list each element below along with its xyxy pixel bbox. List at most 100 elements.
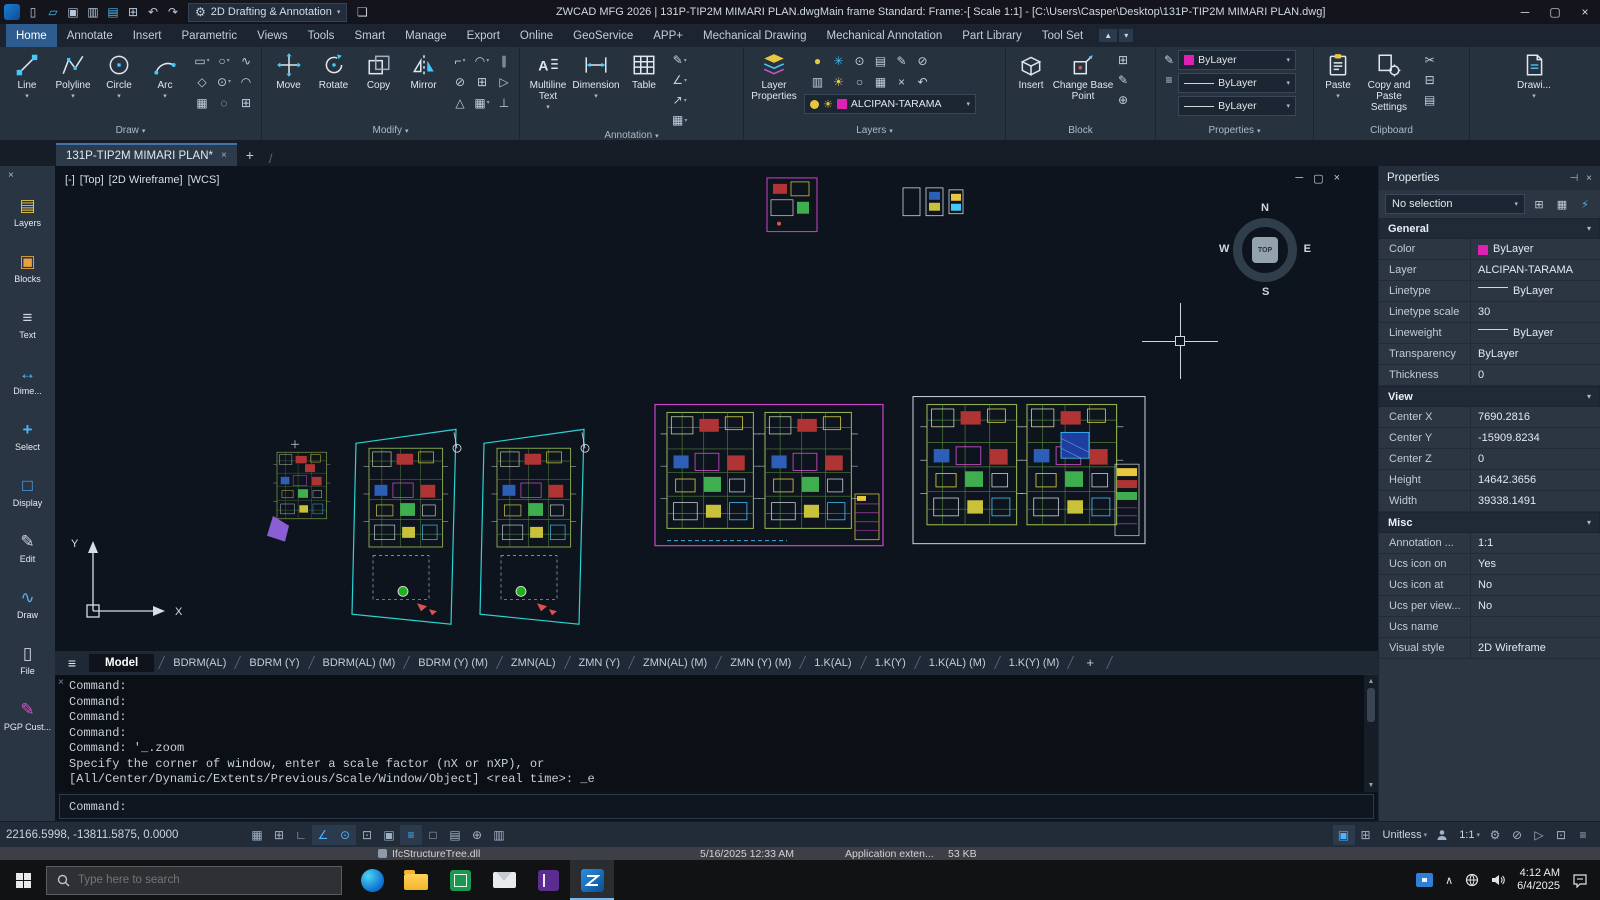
section-view[interactable]: View ▾: [1379, 386, 1600, 407]
close-button[interactable]: ×: [1570, 0, 1600, 24]
quick-select-icon[interactable]: ⚡: [1576, 195, 1594, 213]
dynamic-ucs-icon[interactable]: ▣: [378, 825, 400, 845]
mail-icon[interactable]: [482, 860, 526, 900]
osnap-toggle-icon[interactable]: ⊙: [334, 824, 356, 845]
touch-keyboard-icon[interactable]: [1416, 873, 1434, 887]
revision-cloud-icon[interactable]: ◠: [235, 71, 257, 92]
minimize-button[interactable]: ─: [1510, 0, 1540, 24]
palette-autohide-icon[interactable]: ⊣: [1569, 173, 1578, 184]
network-icon[interactable]: [1465, 873, 1479, 887]
plot-icon[interactable]: ▤: [104, 3, 122, 21]
scroll-down-icon[interactable]: ▼: [1368, 779, 1375, 792]
tab-smart[interactable]: Smart: [344, 24, 395, 47]
sidebar-item-display[interactable]: □ Display: [0, 464, 55, 520]
selection-dropdown[interactable]: No selection ▾: [1385, 194, 1525, 214]
drawing-restore-icon[interactable]: ▢: [1313, 172, 1323, 185]
preview-icon[interactable]: ⊞: [124, 3, 142, 21]
copy-button[interactable]: Copy: [356, 50, 401, 91]
save-icon[interactable]: ▣: [64, 3, 82, 21]
layer-off-icon[interactable]: ⊘: [912, 50, 933, 71]
viewport-menu-control[interactable]: [-]: [65, 174, 75, 186]
ortho-toggle-icon[interactable]: ∟: [290, 825, 312, 845]
tab-home[interactable]: Home: [6, 24, 57, 47]
onenote-icon[interactable]: [526, 860, 570, 900]
viewport-view-control[interactable]: [Top]: [80, 174, 104, 186]
layout-tab[interactable]: 1.K(Y) (M): [1005, 657, 1064, 669]
otrack-toggle-icon[interactable]: ⊡: [356, 825, 378, 845]
layout-tab[interactable]: BDRM(AL) (M): [319, 657, 400, 669]
viewcube-top-face[interactable]: TOP: [1252, 237, 1278, 263]
tab-part-library[interactable]: Part Library: [952, 24, 1031, 47]
layer-delete-icon[interactable]: ×: [891, 71, 912, 92]
leader-icon[interactable]: ↗ ▾: [672, 90, 687, 110]
layer-unlock-icon[interactable]: ○: [849, 71, 870, 92]
drawing-utilities-button[interactable]: Drawi... ▾: [1503, 50, 1565, 100]
clean-screen-icon[interactable]: ⊡: [1550, 825, 1572, 845]
sidebar-item-blocks[interactable]: ▣ Blocks: [0, 240, 55, 296]
status-menu-icon[interactable]: ≡: [1572, 825, 1594, 845]
layout-tab[interactable]: 1.K(AL): [810, 657, 855, 669]
layer-freeze-icon[interactable]: ✳: [828, 50, 849, 71]
console-scrollbar[interactable]: ▲ ▼: [1364, 675, 1378, 792]
volume-icon[interactable]: [1491, 873, 1505, 887]
sheet-set-icon[interactable]: ❏: [353, 3, 371, 21]
console-close-icon[interactable]: ×: [58, 677, 64, 688]
tab-tool-set[interactable]: Tool Set: [1032, 24, 1094, 47]
offset-icon[interactable]: ∥: [493, 50, 515, 71]
clipboard-panel-label[interactable]: Clipboard: [1314, 125, 1469, 140]
layout-tab[interactable]: BDRM (Y) (M): [414, 657, 492, 669]
block-edit-icon[interactable]: ✎: [1118, 70, 1128, 90]
new-file-icon[interactable]: ▯: [24, 3, 42, 21]
cad-site-plan-2[interactable]: [479, 428, 590, 625]
layer-color-swatch[interactable]: [836, 99, 847, 109]
layer-properties-button[interactable]: Layer Properties: [748, 50, 800, 102]
cut-icon[interactable]: ✂: [1424, 50, 1435, 70]
tab-tools[interactable]: Tools: [298, 24, 345, 47]
edge-browser-icon[interactable]: [350, 860, 394, 900]
sidebar-item-draw[interactable]: ∿ Draw: [0, 576, 55, 632]
ellipse-icon[interactable]: ○ ▾: [213, 50, 235, 71]
layout-tab[interactable]: ZMN (Y): [575, 657, 625, 669]
taskbar-search[interactable]: [46, 865, 342, 895]
document-tab[interactable]: 131P-TIP2M MIMARI PLAN* ×: [56, 143, 237, 166]
layout-tab[interactable]: ZMN(AL) (M): [639, 657, 711, 669]
hardware-acceleration-icon[interactable]: ▷: [1528, 825, 1550, 845]
region-icon[interactable]: ◌: [213, 92, 235, 113]
layer-isolate-icon[interactable]: ▤: [870, 50, 891, 71]
array-icon[interactable]: ▦ ▾: [471, 92, 493, 113]
layout-tab-model[interactable]: Model: [89, 653, 155, 672]
rectangle-icon[interactable]: ▭ ▾: [191, 50, 213, 71]
sidebar-item-text[interactable]: ≡ Text: [0, 296, 55, 352]
sidebar-item-pgp[interactable]: ✎ PGP Cust...: [0, 688, 55, 744]
line-button[interactable]: Line ▾: [4, 50, 50, 100]
annotation-scale-label[interactable]: 1:1: [1459, 829, 1474, 841]
dimension-button[interactable]: Dimension ▾: [572, 50, 620, 100]
erase-icon[interactable]: ⊘: [449, 71, 471, 92]
sidebar-item-file[interactable]: ▯ File: [0, 632, 55, 688]
sidebar-item-edit[interactable]: ✎ Edit: [0, 520, 55, 576]
cad-canvas[interactable]: [55, 166, 1378, 651]
change-base-point-button[interactable]: Change Base Point: [1052, 50, 1114, 102]
circle-button[interactable]: Circle ▾: [96, 50, 142, 100]
sidebar-item-select[interactable]: + Select: [0, 408, 55, 464]
palette-close-icon[interactable]: ×: [1586, 173, 1592, 184]
explode-icon[interactable]: ⊞: [471, 71, 493, 92]
layer-bulb-icon[interactable]: [810, 99, 819, 109]
section-general[interactable]: General ▾: [1379, 218, 1600, 239]
command-input-line[interactable]: Command:: [59, 794, 1374, 819]
tab-export[interactable]: Export: [457, 24, 510, 47]
layer-match-icon[interactable]: ✎: [891, 50, 912, 71]
cad-sheet-2[interactable]: [912, 396, 1146, 545]
point-icon[interactable]: ⊙ ▾: [213, 71, 235, 92]
layer-prev-icon[interactable]: ↶: [912, 71, 933, 92]
fillet-icon[interactable]: ◠ ▾: [471, 50, 493, 71]
view-compass[interactable]: N E S W TOP: [1217, 202, 1313, 298]
annotation-monitor-icon[interactable]: ▥: [488, 825, 510, 845]
section-misc[interactable]: Misc ▾: [1379, 512, 1600, 533]
match-properties-icon[interactable]: ✎: [1164, 50, 1174, 70]
taskbar-clock[interactable]: 4:12 AM 6/4/2025: [1517, 867, 1560, 893]
autoscale-icon[interactable]: ⊞: [1355, 825, 1377, 845]
scroll-up-icon[interactable]: ▲: [1368, 675, 1375, 688]
command-history-window[interactable]: × Command: Command: Command: Command: Co…: [55, 674, 1378, 792]
explorer-file-name[interactable]: IfcStructureTree.dll: [392, 848, 480, 860]
